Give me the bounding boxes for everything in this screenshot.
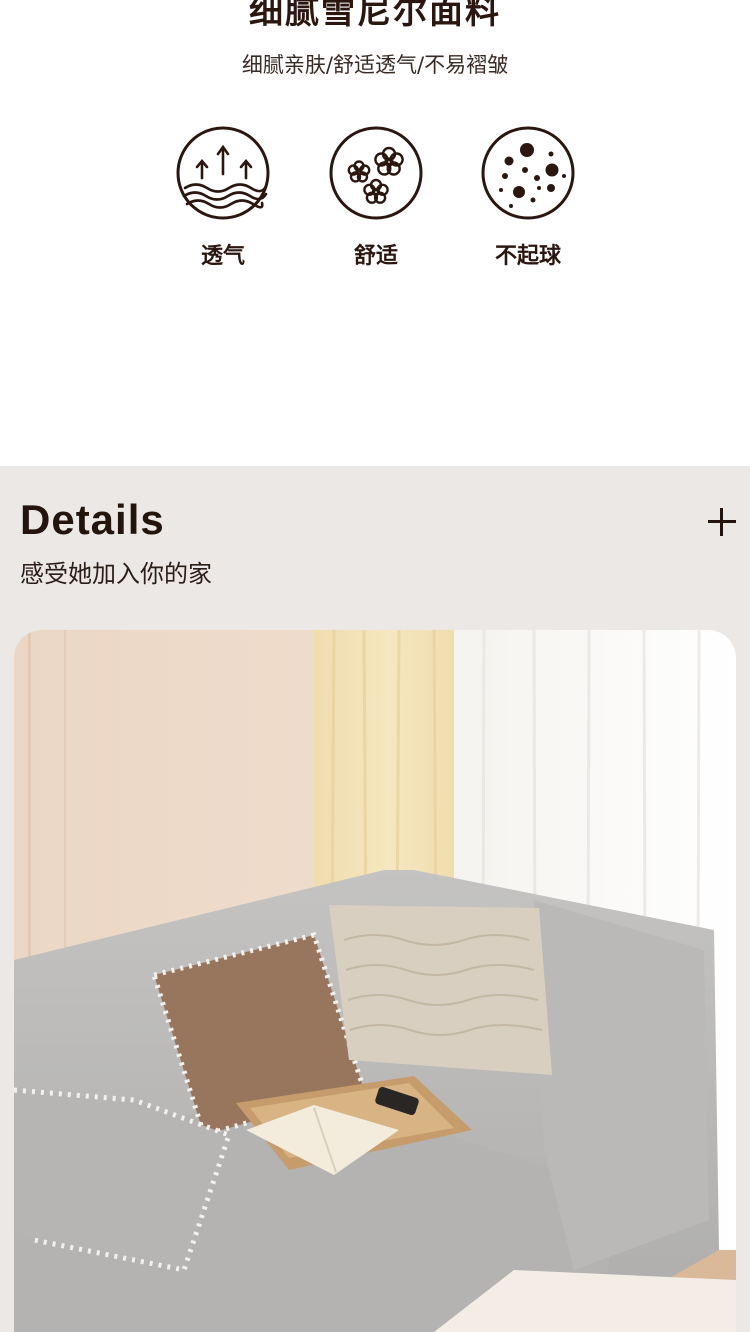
details-section: Details 感受她加入你的家 <box>0 466 750 1332</box>
feature-breathable: 透气 <box>173 126 273 270</box>
fabric-section: 细腻雪尼尔面料 细腻亲肤/舒适透气/不易褶皱 透气 舒适 不起球 <box>0 0 750 466</box>
details-heading: Details <box>20 496 165 543</box>
sofa-photo <box>14 630 736 1332</box>
feature-label: 透气 <box>200 244 245 269</box>
flowers-icon <box>329 126 423 220</box>
feature-anti-pilling: 不起球 <box>478 126 578 270</box>
plus-icon[interactable] <box>706 506 738 538</box>
section-title: 细腻雪尼尔面料 <box>249 0 501 32</box>
details-subheading: 感受她加入你的家 <box>20 560 212 588</box>
feature-label: 舒适 <box>353 244 398 269</box>
feature-label: 不起球 <box>494 244 561 269</box>
breathable-icon <box>176 126 270 220</box>
section-subtitle: 细腻亲肤/舒适透气/不易褶皱 <box>241 53 509 77</box>
dots-icon <box>481 126 575 220</box>
feature-comfort: 舒适 <box>326 126 426 270</box>
